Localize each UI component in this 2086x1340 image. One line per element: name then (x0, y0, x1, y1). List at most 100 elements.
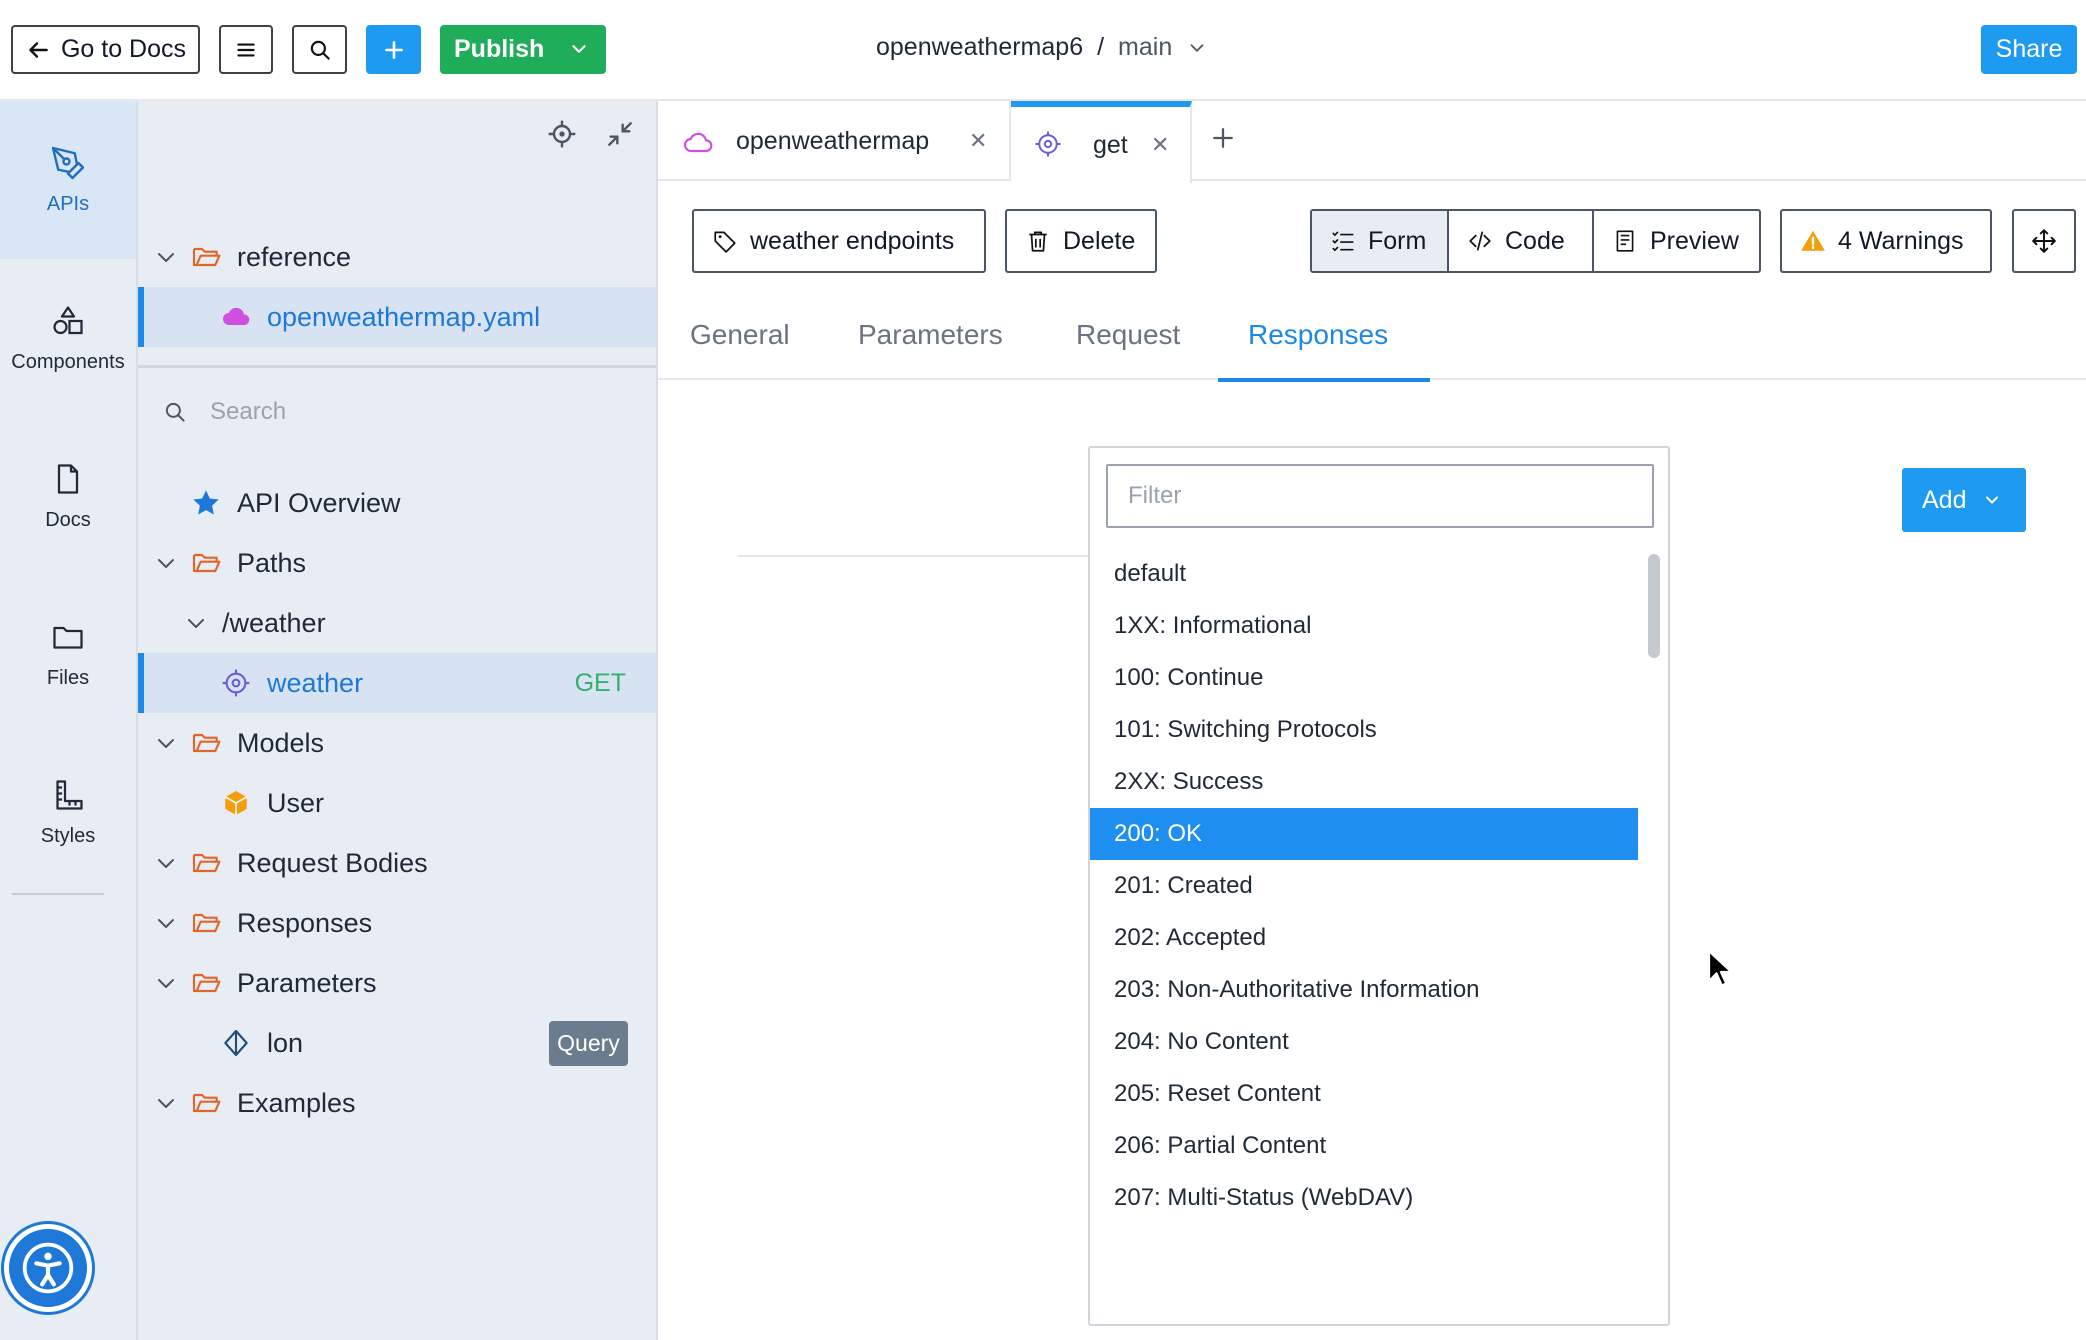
chevron-down-icon[interactable] (154, 971, 178, 995)
rail-item-docs[interactable]: Docs (0, 417, 136, 575)
star-icon (193, 490, 219, 515)
tree-folder-responses[interactable]: Responses (138, 893, 656, 953)
tree-folder-paths[interactable]: Paths (138, 533, 656, 593)
tag-button[interactable]: weather endpoints (692, 209, 986, 273)
method-badge: GET (574, 668, 626, 697)
chevron-down-icon[interactable] (154, 911, 178, 935)
mode-code-button[interactable]: Code (1449, 211, 1594, 271)
option-1xx[interactable]: 1XX: Informational (1090, 600, 1638, 652)
mode-preview-button[interactable]: Preview (1594, 211, 1759, 271)
tab-openweathermap[interactable]: openweathermap ✕ (658, 101, 1011, 181)
chevron-down-icon[interactable] (568, 38, 590, 60)
collapse-icon[interactable] (604, 118, 636, 150)
accessibility-button[interactable] (4, 1224, 92, 1312)
add-button[interactable] (366, 25, 421, 74)
rail-item-styles[interactable]: Styles (0, 733, 136, 891)
locate-icon[interactable] (546, 118, 578, 150)
go-to-docs-button[interactable]: Go to Docs (11, 25, 200, 74)
tree-folder-reference[interactable]: reference (138, 227, 656, 287)
crosshair-icon (1035, 131, 1061, 157)
folder-open-icon (192, 733, 221, 753)
option-101[interactable]: 101: Switching Protocols (1090, 704, 1638, 756)
filter-input[interactable] (1106, 464, 1654, 528)
option-201[interactable]: 201: Created (1090, 860, 1638, 912)
chevron-down-icon[interactable] (154, 851, 178, 875)
preview-icon (1616, 230, 1634, 252)
tab-get[interactable]: get ✕ (1011, 101, 1192, 183)
publish-label: Publish (454, 35, 545, 63)
tree-path-weather[interactable]: /weather (138, 593, 656, 653)
shapes-icon (53, 305, 83, 334)
tree-file-openweathermap-yaml[interactable]: openweathermap.yaml (138, 287, 656, 347)
option-206[interactable]: 206: Partial Content (1090, 1120, 1638, 1172)
mode-form-button[interactable]: Form (1312, 211, 1449, 271)
search-button[interactable] (292, 25, 347, 74)
tree-model-user[interactable]: User (138, 773, 656, 833)
tree-folder-request-bodies[interactable]: Request Bodies (138, 833, 656, 893)
close-icon[interactable]: ✕ (1151, 132, 1169, 158)
chevron-down-icon (1986, 496, 1999, 504)
tree-operation-weather[interactable]: weather GET (138, 653, 656, 713)
document-icon (57, 463, 79, 494)
tree-item-label: Responses (237, 907, 373, 938)
tree-parameter-lon[interactable]: lon Query (138, 1013, 656, 1073)
delete-label: Delete (1063, 226, 1136, 255)
chevron-down-icon[interactable] (154, 1091, 178, 1115)
option-203[interactable]: 203: Non-Authoritative Information (1090, 964, 1638, 1016)
tab-responses[interactable]: Responses (1248, 319, 1388, 351)
folder-open-icon (192, 247, 221, 267)
warning-icon (1801, 230, 1825, 251)
tree-item-label: /weather (222, 607, 326, 638)
file-tabs: openweathermap ✕ get ✕ (658, 101, 2086, 183)
move-button[interactable] (2012, 209, 2076, 273)
delete-button[interactable]: Delete (1005, 209, 1157, 273)
option-100[interactable]: 100: Continue (1090, 652, 1638, 704)
option-204[interactable]: 204: No Content (1090, 1016, 1638, 1068)
option-207[interactable]: 207: Multi-Status (WebDAV) (1090, 1172, 1638, 1224)
scrollbar-thumb[interactable] (1648, 554, 1660, 658)
plus-icon[interactable] (1208, 123, 1238, 153)
tab-general[interactable]: General (690, 319, 790, 351)
warnings-button[interactable]: 4 Warnings (1780, 209, 1992, 273)
close-icon[interactable]: ✕ (969, 128, 987, 154)
option-205[interactable]: 205: Reset Content (1090, 1068, 1638, 1120)
tag-label: weather endpoints (750, 226, 955, 255)
tree-item-label: weather (267, 667, 364, 698)
chevron-down-icon[interactable] (154, 245, 178, 269)
chevron-down-icon[interactable] (184, 611, 208, 635)
publish-button[interactable]: Publish (440, 25, 606, 74)
tree-search-input[interactable] (210, 389, 630, 435)
rail-item-files[interactable]: Files (0, 575, 136, 733)
tree-folder-examples[interactable]: Examples (138, 1073, 656, 1133)
tab-label: get (1093, 130, 1128, 159)
folder-open-icon (192, 973, 221, 993)
option-default[interactable]: default (1090, 548, 1638, 600)
add-response-button[interactable]: Add (1902, 468, 2026, 532)
breadcrumb-separator: / (1097, 33, 1105, 61)
tree-item-label: Models (237, 727, 325, 758)
tab-request[interactable]: Request (1076, 319, 1180, 351)
tree-folder-parameters[interactable]: Parameters (138, 953, 656, 1013)
tree-item-api-overview[interactable]: API Overview (138, 473, 656, 533)
option-2xx[interactable]: 2XX: Success (1090, 756, 1638, 808)
tree-item-label: lon (267, 1027, 304, 1058)
list-check-icon (1332, 231, 1354, 252)
share-button[interactable]: Share (1981, 25, 2077, 74)
operation-subtabs: General Parameters Request Responses (658, 297, 2086, 380)
cloud-icon (683, 132, 713, 153)
chevron-down-icon[interactable] (154, 731, 178, 755)
dropdown-scrollbar[interactable] (1644, 548, 1664, 1324)
tab-parameters[interactable]: Parameters (858, 319, 1003, 351)
menu-button[interactable] (219, 25, 273, 74)
mode-label: Code (1505, 226, 1565, 255)
rail-item-apis[interactable]: APIs (0, 101, 136, 259)
tree-divider (138, 365, 656, 368)
project-branch-selector[interactable]: openweathermap6 / main (876, 33, 1208, 62)
top-bar: Go to Docs Publish openweathermap6 / mai… (0, 0, 2086, 101)
rail-item-components[interactable]: Components (0, 259, 136, 417)
option-202[interactable]: 202: Accepted (1090, 912, 1638, 964)
folder-open-icon (192, 913, 221, 933)
chevron-down-icon[interactable] (154, 551, 178, 575)
tree-folder-models[interactable]: Models (138, 713, 656, 773)
option-200[interactable]: 200: OK (1090, 808, 1638, 860)
